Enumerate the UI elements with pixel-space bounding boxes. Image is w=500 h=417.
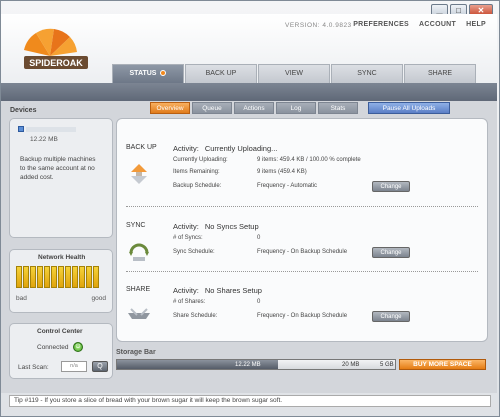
devices-panel: 12.22 MB Backup multiple machines to the… <box>9 118 113 238</box>
share-activity: Activity: No Shares Setup <box>173 286 262 295</box>
logo-text: SPIDEROAK <box>29 58 83 68</box>
subtab-stats[interactable]: Stats <box>318 102 358 114</box>
subtab-log[interactable]: Log <box>276 102 316 114</box>
items-remaining-row: Items Remaining: 9 items (459.4 KB) <box>173 169 307 175</box>
storage-bar: 12.22 MB 20 MB 5 GB <box>116 359 396 370</box>
last-scan-value: n/a <box>61 361 87 372</box>
health-bar <box>37 266 43 288</box>
backup-activity: Activity: Currently Uploading... <box>173 144 278 153</box>
computer-icon[interactable] <box>18 126 24 132</box>
backup-arrows-icon <box>131 164 147 184</box>
storage-bar-title: Storage Bar <box>116 349 156 356</box>
tab-status[interactable]: STATUS <box>112 64 184 83</box>
subtab-queue[interactable]: Queue <box>192 102 232 114</box>
top-nav: PREFERENCES ACCOUNT HELP <box>353 21 486 28</box>
device-bar <box>26 127 76 132</box>
tab-band <box>1 83 497 101</box>
health-bar <box>44 266 50 288</box>
device-size: 12.22 MB <box>30 136 58 143</box>
tip-bar: Tip #119 - If you store a slice of bread… <box>9 395 491 407</box>
subtab-actions[interactable]: Actions <box>234 102 274 114</box>
share-label: SHARE <box>126 286 151 293</box>
power-icon[interactable]: ⏻ <box>73 342 83 352</box>
health-bar <box>51 266 57 288</box>
connection-status: Connected <box>37 344 69 351</box>
sync-change-button[interactable]: Change <box>372 247 410 258</box>
version-label: VERSION: 4.0.9823 <box>285 22 352 29</box>
devices-title: Devices <box>10 107 37 114</box>
sync-label: SYNC <box>126 222 146 229</box>
storage-used-label: 12.22 MB <box>235 362 261 368</box>
health-bar <box>23 266 29 288</box>
tab-backup[interactable]: BACK UP <box>185 64 257 83</box>
spideroak-logo: SPIDEROAK <box>24 28 88 69</box>
health-low-label: bad <box>16 295 27 302</box>
devices-message: Backup multiple machines to the same acc… <box>20 156 96 181</box>
control-center-title: Control Center <box>37 328 83 335</box>
health-bar <box>30 266 36 288</box>
share-change-button[interactable]: Change <box>372 311 410 322</box>
health-bar <box>86 266 92 288</box>
subtab-overview[interactable]: Overview <box>150 102 190 114</box>
sync-icon <box>129 243 149 261</box>
overview-panel: BACK UP Activity: Currently Uploading... … <box>116 118 488 342</box>
sub-tabs: Overview Queue Actions Log Stats <box>150 102 358 114</box>
share-icon <box>128 308 150 319</box>
tab-view[interactable]: VIEW <box>258 64 330 83</box>
main-tabs: STATUS BACK UP VIEW SYNC SHARE <box>112 64 477 83</box>
backup-schedule-row: Backup Schedule: Frequency - Automatic <box>173 183 318 189</box>
share-count-row: # of Shares: 0 <box>173 299 261 305</box>
storage-marker-label: 20 MB <box>342 362 360 368</box>
health-bar <box>79 266 85 288</box>
control-center-panel: Control Center Connected ⏻ Last Scan: n/… <box>9 323 113 379</box>
sync-section: SYNC Activity: No Syncs Setup # of Syncs:… <box>117 217 489 275</box>
health-bar <box>93 266 99 288</box>
account-link[interactable]: ACCOUNT <box>419 21 456 28</box>
backup-change-button[interactable]: Change <box>372 181 410 192</box>
divider <box>126 206 478 207</box>
health-bar <box>58 266 64 288</box>
share-schedule-row: Share Schedule: Frequency - On Backup Sch… <box>173 313 348 319</box>
network-health-panel: Network Health bad good <box>9 249 113 313</box>
tab-share[interactable]: SHARE <box>404 64 476 83</box>
buy-more-space-button[interactable]: BUY MORE SPACE <box>399 359 486 370</box>
pause-all-uploads-button[interactable]: Pause All Uploads <box>368 102 450 114</box>
health-meter <box>16 266 99 288</box>
network-health-title: Network Health <box>38 254 86 261</box>
sync-activity: Activity: No Syncs Setup <box>173 222 259 231</box>
tab-sync[interactable]: SYNC <box>331 64 403 83</box>
share-section: SHARE Activity: No Shares Setup # of Shar… <box>117 281 489 339</box>
health-bar <box>16 266 22 288</box>
help-link[interactable]: HELP <box>466 21 486 28</box>
sync-count-row: # of Syncs: 0 <box>173 235 261 241</box>
sync-schedule-row: Sync Schedule: Frequency - On Backup Sche… <box>173 249 348 255</box>
scan-button[interactable]: Q <box>92 361 108 372</box>
health-bar <box>72 266 78 288</box>
status-dot-icon <box>160 70 167 77</box>
currently-uploading-row: Currently Uploading: 9 items: 459.4 KB / … <box>173 157 361 163</box>
preferences-link[interactable]: PREFERENCES <box>353 21 409 28</box>
storage-total-label: 5 GB <box>380 362 394 368</box>
backup-label: BACK UP <box>126 144 157 151</box>
health-high-label: good <box>91 295 106 302</box>
last-scan-label: Last Scan: <box>18 364 49 371</box>
health-bar <box>65 266 71 288</box>
backup-section: BACK UP Activity: Currently Uploading... … <box>117 139 489 204</box>
divider <box>126 271 478 272</box>
